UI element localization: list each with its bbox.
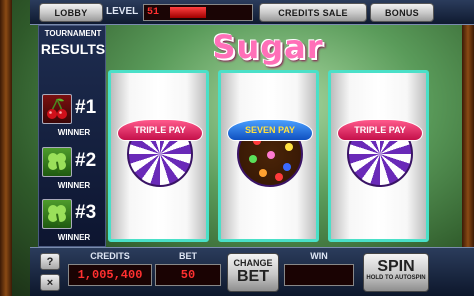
rank-entry-1[interactable]: #1 WINNER [41,94,105,140]
tournament-results-panel: TOURNAMENT RESULTS #1 WINNER #2 WINNER #… [38,25,106,247]
change-bet-button[interactable]: CHANGE BET [227,253,279,292]
bottom-bar: ? × CREDITS 1,005,400 BET 50 CHANGE BET … [30,247,474,296]
results-heading: RESULTS [40,41,106,57]
credits-label: CREDITS [90,251,130,261]
reel-symbol-label: TRIPLE PAY [117,119,203,141]
spin-label: SPIN [377,258,415,275]
rank-status: WINNER [57,128,91,137]
game-title-logo: Sugar Spin [212,28,324,104]
rank-number: #2 [75,150,97,171]
credits-display: 1,005,400 [68,264,152,286]
lobby-button[interactable]: LOBBY [39,3,103,22]
top-bar: LOBBY LEVEL 51 CREDITS SALE BONUS [30,0,474,25]
reel-area[interactable]: TRIPLE PAY SEVEN PAY TRIPLE PAY [106,68,436,246]
spin-button[interactable]: SPIN HOLD TO AUTOSPIN [363,253,429,292]
autospin-hint: HOLD TO AUTOSPIN [366,275,426,281]
level-progress-bar: 51 [143,4,253,21]
clover-icon [42,147,72,177]
rank-entry-3[interactable]: #3 WINNER [41,199,105,245]
reel-symbol-label: TRIPLE PAY [337,119,423,141]
level-value: 51 [147,7,160,18]
bet-display: 50 [155,264,221,286]
clover-icon [42,199,72,229]
tournament-label: TOURNAMENT [44,29,102,38]
bonus-button[interactable]: BONUS [370,3,434,22]
cherries-icon [42,94,72,124]
close-button[interactable]: × [40,274,60,291]
credits-sale-button[interactable]: CREDITS SALE [259,3,367,22]
left-frame [0,0,12,296]
rank-status: WINNER [57,233,91,242]
reel-3: TRIPLE PAY [328,70,429,242]
rank-entry-2[interactable]: #2 WINNER [41,147,105,193]
level-progress-fill [170,7,206,18]
reel-1: TRIPLE PAY [108,70,209,242]
rank-status: WINNER [57,181,91,190]
help-button[interactable]: ? [40,253,60,270]
bet-label: BET [179,251,197,261]
change-bet-bottom-label: BET [237,268,269,285]
reel-symbol-label: SEVEN PAY [227,119,313,141]
level-label: LEVEL [106,6,139,17]
rank-number: #1 [75,97,97,118]
win-label: WIN [310,251,328,261]
change-bet-top-label: CHANGE [233,258,273,268]
rank-number: #3 [75,202,97,223]
reel-2: SEVEN PAY [218,70,319,242]
win-display [284,264,354,286]
